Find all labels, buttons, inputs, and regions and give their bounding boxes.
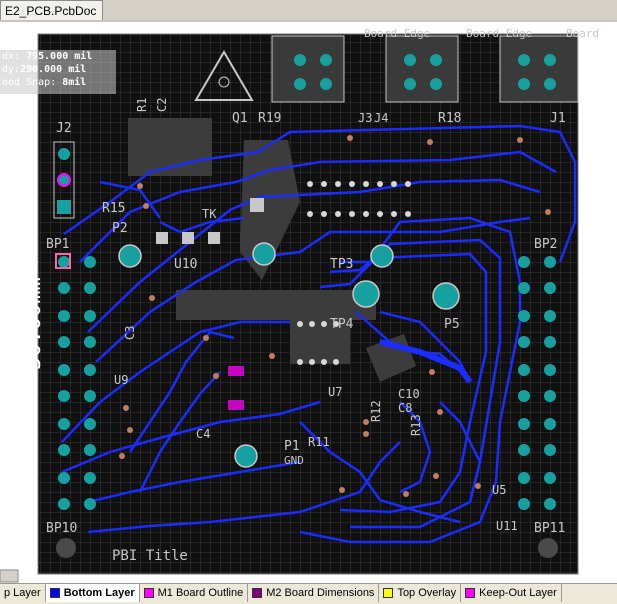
label-tp4: TP4: [330, 317, 354, 332]
layer-color-swatch: [465, 588, 476, 598]
layer-tab-bar: p Layer Bottom Layer M1 Board Outline M2…: [0, 583, 617, 604]
scroll-corner[interactable]: [0, 569, 19, 583]
label-u7: U7: [328, 385, 342, 399]
hud-dy-label: dy:: [2, 64, 21, 75]
label-p5: P5: [444, 317, 460, 332]
label-r13: R13: [409, 414, 423, 436]
label-c10: C10: [398, 387, 420, 401]
connector-housing-2[interactable]: [385, 35, 459, 103]
label-c8: C8: [398, 401, 412, 415]
label-bp1: BP1: [46, 237, 69, 252]
document-tab-label: E2_PCB.PcbDoc: [5, 4, 97, 18]
label-r18: R18: [438, 111, 461, 126]
pad[interactable]: [252, 242, 276, 266]
label-c3: C3: [123, 326, 137, 340]
layer-tab-label: Bottom Layer: [63, 587, 135, 599]
label-p1: P1: [284, 439, 300, 454]
board-edge-label-2: Board Edge: [466, 27, 532, 40]
label-u11: U11: [496, 519, 518, 533]
label-tp3: TP3: [330, 257, 353, 272]
pcb-view[interactable]: 50.00mm Board Edge Board Edge Board E J2…: [0, 22, 617, 585]
pad-p1[interactable]: [234, 444, 258, 468]
label-j3: J3: [358, 111, 372, 125]
label-j1: J1: [550, 111, 566, 126]
layer-tab-bottom[interactable]: Bottom Layer: [45, 584, 140, 602]
label-r15: R15: [102, 201, 125, 216]
pad-p2[interactable]: [118, 244, 142, 268]
label-r19: R19: [258, 111, 281, 126]
mounting-hole: [538, 538, 558, 558]
label-j4: J4: [374, 111, 388, 125]
layer-tab-label: M1 Board Outline: [157, 587, 244, 599]
hud-dx-label: dx:: [2, 51, 21, 62]
label-r11: R11: [308, 435, 330, 449]
layer-color-swatch: [49, 588, 60, 598]
label-p2: P2: [112, 221, 128, 236]
pad-tp4[interactable]: [352, 280, 380, 308]
mounting-hole: [56, 538, 76, 558]
label-r1: R1: [135, 98, 149, 112]
label-u5: U5: [492, 483, 506, 497]
label-c2: C2: [155, 98, 169, 112]
board-dimension-label: 50.00mm: [21, 277, 46, 370]
hud-dy-value: 290.000 mil: [20, 64, 87, 75]
layer-tab-top-overlay[interactable]: Top Overlay: [379, 584, 462, 602]
layer-tab-m1[interactable]: M1 Board Outline: [140, 584, 249, 602]
canvas-right-margin: [604, 22, 617, 585]
layer-color-swatch: [143, 588, 154, 598]
label-bp11: BP11: [534, 521, 565, 536]
document-tab[interactable]: E2_PCB.PcbDoc: [0, 0, 104, 21]
label-q1: Q1: [232, 111, 248, 126]
hud-snap-label: ood Snap:: [2, 77, 57, 88]
layer-color-swatch: [252, 588, 263, 598]
layer-tab-keepout[interactable]: Keep-Out Layer: [461, 584, 562, 602]
layer-tab-label: p Layer: [4, 587, 41, 599]
layer-tab-top[interactable]: p Layer: [0, 584, 46, 602]
layer-tab-m2[interactable]: M2 Board Dimensions: [248, 584, 380, 602]
connector-housing-3[interactable]: [499, 35, 579, 103]
label-c4: C4: [196, 427, 210, 441]
label-bp2: BP2: [534, 237, 557, 252]
hud-snap-value: 8mil: [62, 77, 87, 88]
label-pbi-title: PBI Title: [112, 548, 188, 564]
pcb-canvas[interactable]: 50.00mm Board Edge Board Edge Board E J2…: [0, 22, 617, 585]
pad[interactable]: [370, 244, 394, 268]
label-gnd: GND: [284, 454, 304, 467]
label-bp10: BP10: [46, 521, 77, 536]
copper-pour: [176, 290, 376, 320]
board-edge-label-1: Board Edge: [364, 27, 430, 40]
label-u9: U9: [114, 373, 128, 387]
label-r12: R12: [369, 400, 383, 422]
pad-p5[interactable]: [432, 282, 460, 310]
label-tk: TK: [202, 207, 217, 221]
layer-tab-label: Keep-Out Layer: [479, 587, 557, 599]
layer-tab-label: Top Overlay: [397, 587, 457, 599]
layer-color-swatch: [383, 588, 394, 598]
hud-dx-value: 795.000 mil: [26, 51, 93, 62]
label-u10: U10: [174, 257, 197, 272]
layer-tab-label: M2 Board Dimensions: [266, 587, 375, 599]
label-j2: J2: [56, 121, 72, 136]
connector-housing-1[interactable]: [271, 35, 345, 103]
coordinate-hud: dx: 795.000 mil dy:290.000 mil ood Snap:…: [0, 50, 116, 94]
